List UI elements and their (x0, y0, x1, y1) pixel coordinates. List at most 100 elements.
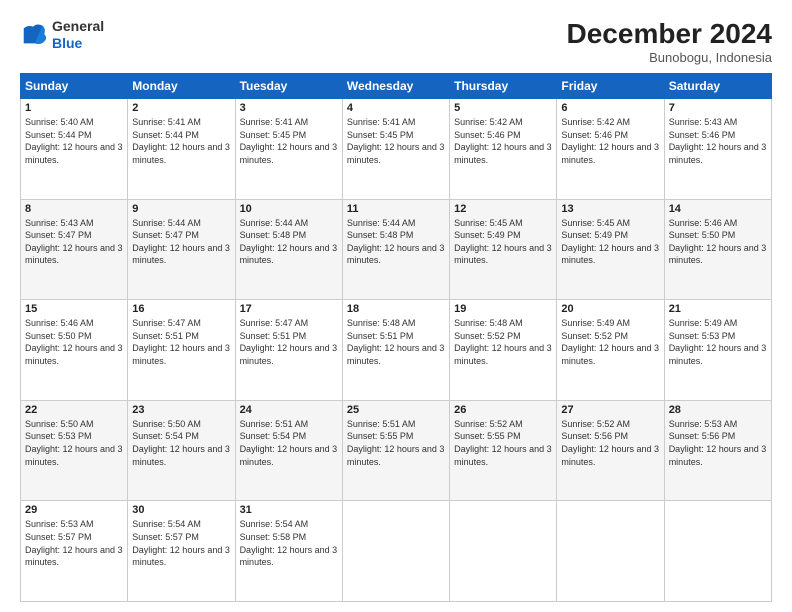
cell-info: Sunrise: 5:42 AM Sunset: 5:46 PM Dayligh… (454, 116, 552, 166)
daylight-label: Daylight: 12 hours and 3 minutes. (454, 444, 552, 467)
sunset-label: Sunset: 5:55 PM (454, 431, 521, 441)
sunrise-label: Sunrise: 5:45 AM (561, 218, 630, 228)
day-number: 8 (25, 203, 123, 215)
logo: General Blue (20, 18, 104, 52)
cell-info: Sunrise: 5:43 AM Sunset: 5:46 PM Dayligh… (669, 116, 767, 166)
daylight-label: Daylight: 12 hours and 3 minutes. (240, 243, 338, 266)
day-number: 1 (25, 102, 123, 114)
sunrise-label: Sunrise: 5:40 AM (25, 117, 94, 127)
sunset-label: Sunset: 5:49 PM (454, 230, 521, 240)
sunset-label: Sunset: 5:48 PM (240, 230, 307, 240)
day-number: 16 (132, 303, 230, 315)
sunset-label: Sunset: 5:52 PM (561, 331, 628, 341)
calendar-cell: 18 Sunrise: 5:48 AM Sunset: 5:51 PM Dayl… (342, 300, 449, 401)
cell-info: Sunrise: 5:48 AM Sunset: 5:52 PM Dayligh… (454, 317, 552, 367)
cell-info: Sunrise: 5:44 AM Sunset: 5:48 PM Dayligh… (347, 217, 445, 267)
calendar-cell: 7 Sunrise: 5:43 AM Sunset: 5:46 PM Dayli… (664, 99, 771, 200)
sunrise-label: Sunrise: 5:54 AM (132, 519, 201, 529)
header-tuesday: Tuesday (235, 74, 342, 99)
calendar-cell: 22 Sunrise: 5:50 AM Sunset: 5:53 PM Dayl… (21, 400, 128, 501)
cell-info: Sunrise: 5:47 AM Sunset: 5:51 PM Dayligh… (240, 317, 338, 367)
daylight-label: Daylight: 12 hours and 3 minutes. (132, 545, 230, 568)
day-number: 22 (25, 404, 123, 416)
daylight-label: Daylight: 12 hours and 3 minutes. (25, 545, 123, 568)
day-number: 10 (240, 203, 338, 215)
cell-info: Sunrise: 5:41 AM Sunset: 5:44 PM Dayligh… (132, 116, 230, 166)
daylight-label: Daylight: 12 hours and 3 minutes. (669, 444, 767, 467)
sunset-label: Sunset: 5:52 PM (454, 331, 521, 341)
sunset-label: Sunset: 5:46 PM (669, 130, 736, 140)
sunrise-label: Sunrise: 5:52 AM (454, 419, 523, 429)
daylight-label: Daylight: 12 hours and 3 minutes. (132, 343, 230, 366)
sunrise-label: Sunrise: 5:53 AM (25, 519, 94, 529)
calendar-cell: 5 Sunrise: 5:42 AM Sunset: 5:46 PM Dayli… (450, 99, 557, 200)
sunrise-label: Sunrise: 5:51 AM (347, 419, 416, 429)
daylight-label: Daylight: 12 hours and 3 minutes. (347, 343, 445, 366)
day-number: 13 (561, 203, 659, 215)
calendar-header-row: Sunday Monday Tuesday Wednesday Thursday… (21, 74, 772, 99)
cell-info: Sunrise: 5:51 AM Sunset: 5:55 PM Dayligh… (347, 418, 445, 468)
sunrise-label: Sunrise: 5:41 AM (240, 117, 309, 127)
sunrise-label: Sunrise: 5:46 AM (25, 318, 94, 328)
logo-icon (20, 21, 48, 49)
header-sunday: Sunday (21, 74, 128, 99)
daylight-label: Daylight: 12 hours and 3 minutes. (561, 142, 659, 165)
day-number: 26 (454, 404, 552, 416)
cell-info: Sunrise: 5:54 AM Sunset: 5:57 PM Dayligh… (132, 518, 230, 568)
cell-info: Sunrise: 5:50 AM Sunset: 5:53 PM Dayligh… (25, 418, 123, 468)
sunrise-label: Sunrise: 5:47 AM (132, 318, 201, 328)
day-number: 3 (240, 102, 338, 114)
calendar-table: Sunday Monday Tuesday Wednesday Thursday… (20, 73, 772, 602)
daylight-label: Daylight: 12 hours and 3 minutes. (25, 343, 123, 366)
daylight-label: Daylight: 12 hours and 3 minutes. (132, 243, 230, 266)
calendar-page: General Blue December 2024 Bunobogu, Ind… (0, 0, 792, 612)
daylight-label: Daylight: 12 hours and 3 minutes. (347, 444, 445, 467)
day-number: 20 (561, 303, 659, 315)
sunset-label: Sunset: 5:54 PM (240, 431, 307, 441)
header-saturday: Saturday (664, 74, 771, 99)
calendar-cell: 19 Sunrise: 5:48 AM Sunset: 5:52 PM Dayl… (450, 300, 557, 401)
sunset-label: Sunset: 5:56 PM (561, 431, 628, 441)
sunrise-label: Sunrise: 5:43 AM (25, 218, 94, 228)
cell-info: Sunrise: 5:44 AM Sunset: 5:48 PM Dayligh… (240, 217, 338, 267)
cell-info: Sunrise: 5:45 AM Sunset: 5:49 PM Dayligh… (561, 217, 659, 267)
day-number: 4 (347, 102, 445, 114)
title-block: December 2024 Bunobogu, Indonesia (567, 18, 772, 65)
day-number: 24 (240, 404, 338, 416)
daylight-label: Daylight: 12 hours and 3 minutes. (454, 343, 552, 366)
cell-info: Sunrise: 5:50 AM Sunset: 5:54 PM Dayligh… (132, 418, 230, 468)
calendar-week-row: 22 Sunrise: 5:50 AM Sunset: 5:53 PM Dayl… (21, 400, 772, 501)
logo-blue: Blue (52, 35, 104, 52)
cell-info: Sunrise: 5:46 AM Sunset: 5:50 PM Dayligh… (25, 317, 123, 367)
calendar-cell: 12 Sunrise: 5:45 AM Sunset: 5:49 PM Dayl… (450, 199, 557, 300)
sunrise-label: Sunrise: 5:45 AM (454, 218, 523, 228)
sunset-label: Sunset: 5:53 PM (669, 331, 736, 341)
day-number: 28 (669, 404, 767, 416)
calendar-cell: 6 Sunrise: 5:42 AM Sunset: 5:46 PM Dayli… (557, 99, 664, 200)
cell-info: Sunrise: 5:42 AM Sunset: 5:46 PM Dayligh… (561, 116, 659, 166)
cell-info: Sunrise: 5:53 AM Sunset: 5:56 PM Dayligh… (669, 418, 767, 468)
calendar-cell: 25 Sunrise: 5:51 AM Sunset: 5:55 PM Dayl… (342, 400, 449, 501)
daylight-label: Daylight: 12 hours and 3 minutes. (25, 142, 123, 165)
sunset-label: Sunset: 5:46 PM (454, 130, 521, 140)
daylight-label: Daylight: 12 hours and 3 minutes. (454, 243, 552, 266)
calendar-cell: 20 Sunrise: 5:49 AM Sunset: 5:52 PM Dayl… (557, 300, 664, 401)
day-number: 15 (25, 303, 123, 315)
calendar-cell: 8 Sunrise: 5:43 AM Sunset: 5:47 PM Dayli… (21, 199, 128, 300)
sunrise-label: Sunrise: 5:44 AM (347, 218, 416, 228)
sunset-label: Sunset: 5:51 PM (132, 331, 199, 341)
sunset-label: Sunset: 5:56 PM (669, 431, 736, 441)
sunrise-label: Sunrise: 5:51 AM (240, 419, 309, 429)
day-number: 5 (454, 102, 552, 114)
sunset-label: Sunset: 5:46 PM (561, 130, 628, 140)
header-friday: Friday (557, 74, 664, 99)
daylight-label: Daylight: 12 hours and 3 minutes. (240, 545, 338, 568)
day-number: 25 (347, 404, 445, 416)
sunrise-label: Sunrise: 5:44 AM (132, 218, 201, 228)
cell-info: Sunrise: 5:40 AM Sunset: 5:44 PM Dayligh… (25, 116, 123, 166)
cell-info: Sunrise: 5:43 AM Sunset: 5:47 PM Dayligh… (25, 217, 123, 267)
daylight-label: Daylight: 12 hours and 3 minutes. (347, 142, 445, 165)
calendar-cell: 23 Sunrise: 5:50 AM Sunset: 5:54 PM Dayl… (128, 400, 235, 501)
sunrise-label: Sunrise: 5:43 AM (669, 117, 738, 127)
calendar-cell: 15 Sunrise: 5:46 AM Sunset: 5:50 PM Dayl… (21, 300, 128, 401)
